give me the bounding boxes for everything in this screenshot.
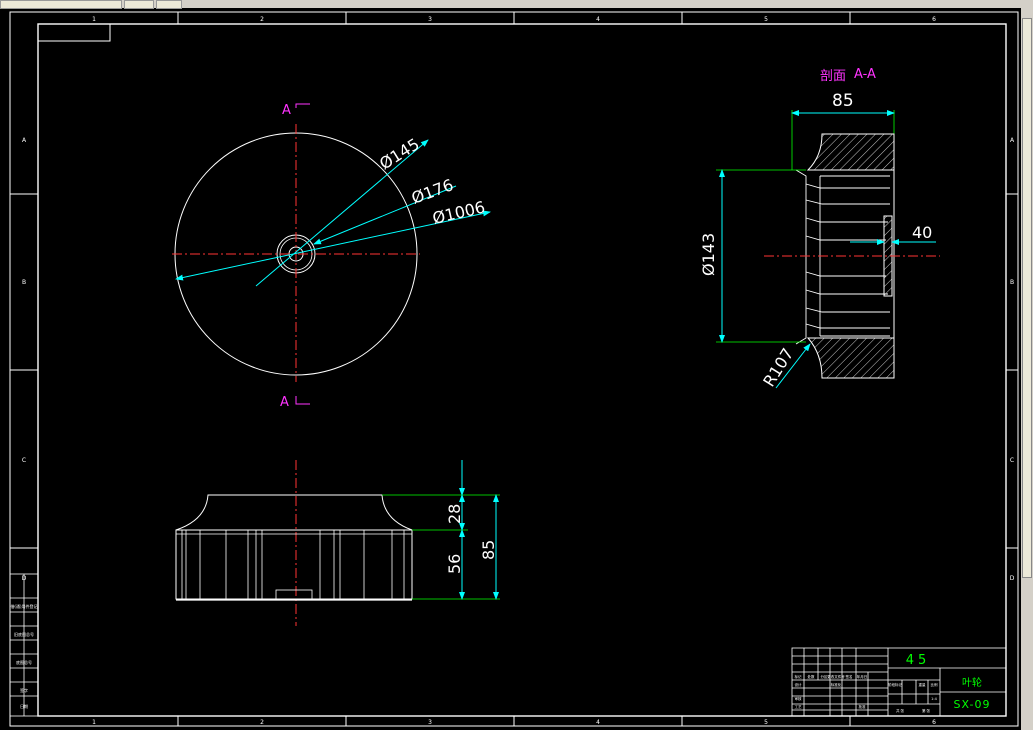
title-block-cell: 年月日 [857, 674, 868, 679]
title-block-cell: 审核 [795, 696, 803, 701]
zone-row-c: C [22, 457, 26, 464]
title-block-cell: 更改文件号 [827, 674, 845, 679]
title-block-cell: 批准 [859, 704, 867, 709]
zone-row-c-right: C [1010, 457, 1014, 464]
zone-row-a: A [22, 137, 27, 144]
zone-col-6: 6 [932, 16, 936, 23]
left-table-label: 日期 [20, 703, 28, 709]
front-view: Ø145 Ø176 Ø1006 A A [172, 103, 491, 410]
zone-col-2: 2 [260, 16, 264, 23]
dim-text-85-section: 85 [832, 91, 854, 111]
cad-drawing-canvas[interactable]: 1 2 3 4 5 6 1 2 3 4 5 6 A B C D A B C D [0, 8, 1021, 730]
title-block-cell: 重量 [919, 682, 927, 687]
left-table-label: 旧底图总号 [14, 631, 34, 637]
zone-col-6-bottom: 6 [932, 719, 936, 726]
dim-text-85-side: 85 [479, 540, 498, 560]
title-block-cell: 阶段标记 [888, 682, 902, 687]
zone-row-a-right: A [1010, 137, 1015, 144]
zone-col-1-bottom: 1 [92, 719, 96, 726]
left-table-label: 签字 [20, 687, 28, 693]
title-block-cell: 签名 [846, 674, 853, 679]
section-title-cn: 剖面 [820, 69, 846, 84]
section-view: 剖面 A-A 85 Ø143 40 R107 [699, 67, 940, 390]
title-block-cell: 第 张 [922, 708, 931, 713]
vertical-scrollbar[interactable] [1021, 8, 1033, 730]
dim-text-145: Ø145 [376, 134, 423, 173]
dim-text-28: 28 [445, 504, 464, 524]
zone-col-1: 1 [92, 16, 96, 23]
zone-row-b-right: B [1010, 279, 1014, 286]
drawing-number-label: SX-09 [954, 698, 991, 711]
title-block-cell: 处数 [808, 674, 816, 679]
side-view: 28 56 85 [175, 460, 500, 626]
left-table-label: 底图总号 [16, 659, 32, 665]
section-mark-bottom: A [280, 395, 289, 410]
dim-text-176: Ø176 [409, 175, 456, 208]
zone-col-3-bottom: 3 [428, 719, 432, 726]
title-block-cell: 比例 [931, 682, 939, 687]
title-block-cell: 共 张 [896, 708, 905, 713]
zone-col-5: 5 [764, 16, 768, 23]
dim-text-1006: Ø1006 [431, 197, 487, 228]
zone-col-4-bottom: 4 [596, 719, 600, 726]
zone-row-b: B [22, 279, 26, 286]
title-block-cell: 标记 [795, 674, 803, 679]
section-title-id: A-A [854, 67, 876, 82]
part-name-label: 叶轮 [962, 676, 982, 689]
zone-col-4: 4 [596, 16, 600, 23]
title-block-cell: 1:4 [931, 697, 937, 701]
left-registration-table: 借(通)用件登记 旧底图总号 底图总号 签字 日期 [9, 573, 39, 717]
section-mark-top: A [282, 103, 291, 118]
dim-text-56: 56 [445, 554, 464, 574]
title-block-cell: 工艺 [795, 704, 803, 709]
zone-col-3: 3 [428, 16, 432, 23]
material-label: 45 [906, 653, 931, 668]
scrollbar-thumb[interactable] [1022, 18, 1032, 578]
zone-row-d-right: D [1010, 575, 1015, 582]
left-table-label: 借(通)用件登记 [10, 603, 37, 609]
title-block-cell: 设计 [795, 682, 803, 687]
zone-col-5-bottom: 5 [764, 719, 768, 726]
dim-text-143: Ø143 [699, 233, 718, 276]
zone-col-2-bottom: 2 [260, 719, 264, 726]
dim-text-40: 40 [912, 223, 932, 242]
title-block: 45 叶轮 SX-09 标记 处数 分区 更改文件号 签名 年月日 设计 标准化… [791, 647, 1007, 717]
title-block-cell: 标准化 [831, 682, 842, 687]
app-toolbar-strip [0, 0, 1033, 9]
